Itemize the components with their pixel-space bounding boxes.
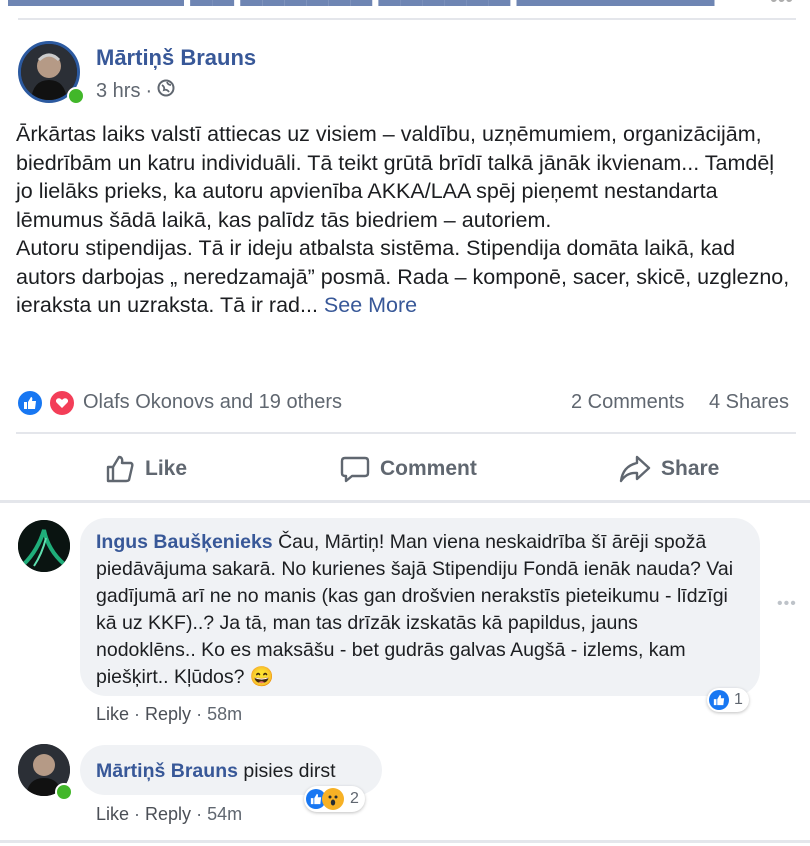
more-options-icon[interactable]: ••• xyxy=(770,0,793,12)
top-divider xyxy=(18,18,796,20)
post-body: Ārkārtas laiks valstī attiecas uz visiem… xyxy=(16,120,796,320)
bottom-divider xyxy=(0,840,810,843)
post-time[interactable]: 3 hrs xyxy=(96,80,140,103)
comment-author-name[interactable]: Ingus Baušķenieks xyxy=(96,531,273,553)
comment-time[interactable]: 54m xyxy=(207,804,242,824)
comment-author-name[interactable]: Mārtiņš Brauns xyxy=(96,760,238,782)
comment-2-links: Like · Reply · 54m xyxy=(96,804,243,824)
share-button-label: Share xyxy=(661,457,720,480)
avatar-photo xyxy=(18,520,70,572)
commenter-avatar[interactable] xyxy=(18,520,70,572)
online-status-indicator xyxy=(55,783,73,801)
comment-reply-link[interactable]: Reply xyxy=(145,804,191,824)
share-button[interactable]: Share xyxy=(619,452,719,486)
grinning-emoji: 😄 xyxy=(249,666,275,688)
post-meta: 3 hrs · xyxy=(96,79,175,103)
reactions-summary[interactable]: Olafs Okonovs and 19 others xyxy=(83,391,342,414)
actions-top-divider xyxy=(16,432,796,434)
shares-count[interactable]: 4 Shares xyxy=(709,391,789,414)
cropped-header: ▬▬▬▬▬▬▬▬ ▬▬ ▬▬▬▬▬▬ ▬▬▬▬▬▬ ▬▬▬▬▬▬▬▬▬ ••• xyxy=(0,0,810,20)
comment-1-text: Ingus Baušķenieks Čau, Mārtiņ! Man viena… xyxy=(96,529,736,691)
comment-like-link[interactable]: Like xyxy=(96,804,129,824)
like-button[interactable]: Like xyxy=(105,452,187,486)
wow-reaction-icon xyxy=(322,788,344,810)
comment-time[interactable]: 58m xyxy=(207,704,242,724)
comment-2-reactions[interactable]: 2 xyxy=(304,786,365,812)
reaction-count: 2 xyxy=(350,790,359,807)
love-reaction-icon[interactable] xyxy=(48,389,76,417)
comments-count[interactable]: 2 Comments xyxy=(571,391,684,414)
online-status-indicator xyxy=(67,87,85,105)
post-author-name[interactable]: Mārtiņš Brauns xyxy=(96,45,256,71)
comment-button-label: Comment xyxy=(380,457,477,480)
comment-2-text: Mārtiņš Brauns pisies dirst xyxy=(96,758,336,785)
comment-button[interactable]: Comment xyxy=(340,452,477,486)
thumbs-up-icon xyxy=(106,455,134,483)
comment-like-link[interactable]: Like xyxy=(96,704,129,724)
comment-1-body: Čau, Mārtiņ! Man viena neskaidrība šī ār… xyxy=(96,531,734,688)
comments-divider xyxy=(0,500,810,503)
post-paragraph-2: Autoru stipendijas. Tā ir ideju atbalsta… xyxy=(16,234,796,320)
comment-1-links: Like · Reply · 58m xyxy=(96,704,243,724)
comment-reply-link[interactable]: Reply xyxy=(145,704,191,724)
comment-2-body: pisies dirst xyxy=(243,760,336,782)
like-button-label: Like xyxy=(145,457,188,480)
see-more-link[interactable]: See More xyxy=(324,293,417,317)
like-reaction-icon xyxy=(709,690,729,710)
cropped-header-text: ▬▬▬▬▬▬▬▬ ▬▬ ▬▬▬▬▬▬ ▬▬▬▬▬▬ ▬▬▬▬▬▬▬▬▬ xyxy=(8,0,714,12)
reaction-count: 1 xyxy=(734,691,743,708)
like-reaction-icon[interactable] xyxy=(16,389,44,417)
more-options-icon[interactable]: ••• xyxy=(777,595,797,613)
meta-separator: · xyxy=(145,79,153,102)
post-paragraph-1: Ārkārtas laiks valstī attiecas uz visiem… xyxy=(16,122,775,232)
comment-1-reactions[interactable]: 1 xyxy=(707,688,749,712)
comment-icon xyxy=(340,456,370,483)
globe-icon xyxy=(157,79,175,103)
share-icon xyxy=(619,455,651,483)
